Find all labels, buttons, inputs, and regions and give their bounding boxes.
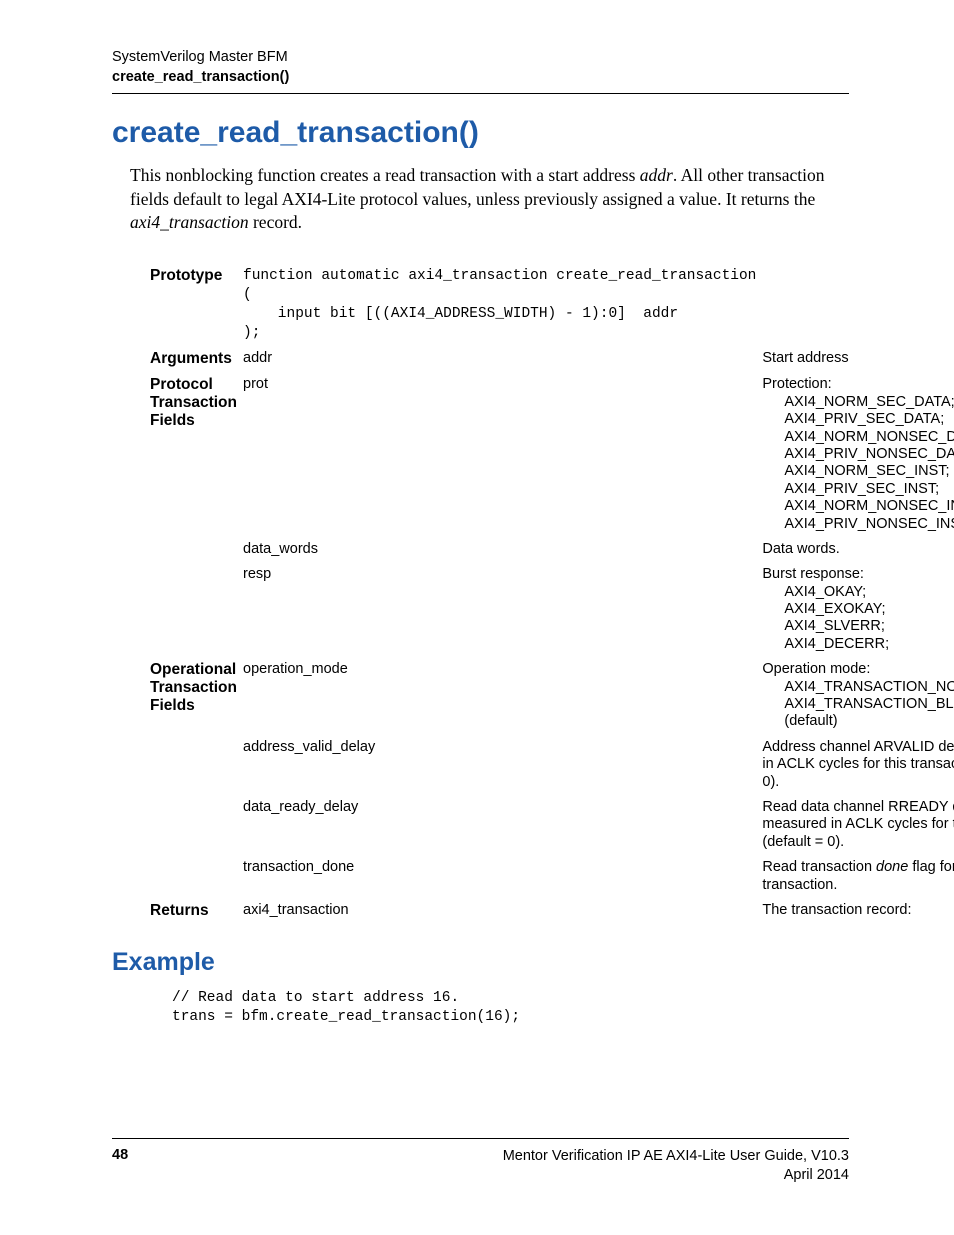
field-desc: Protection: AXI4_NORM_SEC_DATA; (default…: [762, 372, 954, 537]
intro-addr-italic: addr: [640, 165, 673, 185]
arguments-row: Arguments addr Start address: [150, 346, 954, 372]
header-section: SystemVerilog Master BFM: [112, 48, 849, 68]
desc-text: Read transaction: [762, 859, 876, 875]
page-header: SystemVerilog Master BFM create_read_tra…: [112, 48, 849, 87]
desc-value: AXI4_NORM_NONSEC_INST;: [762, 498, 954, 515]
desc-value: AXI4_NORM_SEC_DATA; (default): [762, 394, 954, 411]
footer-title: Mentor Verification IP AE AXI4-Lite User…: [503, 1148, 849, 1164]
operational-row-drd: data_ready_delay Read data channel RREAD…: [150, 795, 954, 855]
field-desc: Read data channel RREADY delay array mea…: [762, 795, 954, 855]
arguments-label: Arguments: [150, 346, 243, 372]
desc-value: AXI4_PRIV_SEC_DATA;: [762, 411, 954, 428]
protocol-row-prot: Protocol Transaction Fields prot Protect…: [150, 372, 954, 537]
intro-paragraph: This nonblocking function creates a read…: [130, 164, 849, 235]
operational-row-om: Operational Transaction Fields operation…: [150, 657, 954, 735]
page-number: 48: [112, 1147, 128, 1185]
return-desc: The transaction record:: [762, 898, 954, 924]
returns-row: Returns axi4_transaction The transaction…: [150, 898, 954, 924]
prototype-code: function automatic axi4_transaction crea…: [243, 267, 756, 342]
protocol-row-dw: data_words Data words.: [150, 537, 954, 562]
desc-title: Operation mode:: [762, 661, 954, 678]
code-line: );: [243, 325, 260, 341]
desc-value: AXI4_EXOKAY;: [762, 601, 954, 618]
desc-value: AXI4_NORM_NONSEC_DATA;: [762, 429, 954, 446]
field-name: data_words: [243, 537, 762, 562]
operational-row-td: transaction_done Read transaction done f…: [150, 855, 954, 898]
page-title: create_read_transaction(): [112, 116, 849, 150]
intro-text: record.: [249, 212, 302, 232]
example-code: // Read data to start address 16. trans …: [172, 989, 849, 1027]
desc-value: AXI4_TRANSACTION_NON_BLOCKING;: [762, 679, 954, 696]
code-line: function automatic axi4_transaction crea…: [243, 268, 756, 284]
operational-row-avd: address_valid_delay Address channel ARVA…: [150, 735, 954, 795]
field-desc: Data words.: [762, 537, 954, 562]
desc-value: AXI4_DECERR;: [762, 636, 954, 653]
return-name: axi4_transaction: [243, 898, 762, 924]
arg-name: addr: [243, 346, 762, 372]
page-footer: 48 Mentor Verification IP AE AXI4-Lite U…: [112, 1138, 849, 1185]
field-name: prot: [243, 372, 762, 537]
header-function: create_read_transaction(): [112, 68, 849, 88]
desc-value: AXI4_SLVERR;: [762, 618, 954, 635]
field-name: address_valid_delay: [243, 735, 762, 795]
intro-record-italic: axi4_transaction: [130, 212, 249, 232]
field-name: data_ready_delay: [243, 795, 762, 855]
desc-value: AXI4_PRIV_NONSEC_DATA;: [762, 446, 954, 463]
footer-right: Mentor Verification IP AE AXI4-Lite User…: [503, 1147, 849, 1185]
field-desc: Operation mode: AXI4_TRANSACTION_NON_BLO…: [762, 657, 954, 735]
desc-title: Burst response:: [762, 566, 954, 583]
footer-date: April 2014: [784, 1167, 849, 1183]
desc-value: AXI4_TRANSACTION_BLOCKING; (default): [762, 696, 954, 731]
code-line: (: [243, 287, 252, 303]
header-rule: [112, 93, 849, 94]
example-heading: Example: [112, 948, 849, 977]
desc-value: AXI4_OKAY;: [762, 584, 954, 601]
prototype-row: Prototype function automatic axi4_transa…: [150, 263, 954, 346]
desc-value: AXI4_NORM_SEC_INST;: [762, 463, 954, 480]
desc-value: AXI4_PRIV_SEC_INST;: [762, 481, 954, 498]
field-desc: Address channel ARVALID delay measured i…: [762, 735, 954, 795]
code-line: input bit [((AXI4_ADDRESS_WIDTH) - 1):0]…: [243, 306, 678, 322]
arg-desc: Start address: [762, 346, 954, 372]
desc-value: AXI4_PRIV_NONSEC_INST;: [762, 516, 954, 533]
intro-text: This nonblocking function creates a read…: [130, 165, 640, 185]
protocol-row-resp: resp Burst response: AXI4_OKAY; AXI4_EXO…: [150, 562, 954, 657]
field-name: resp: [243, 562, 762, 657]
desc-italic: done: [876, 859, 908, 875]
definition-table: Prototype function automatic axi4_transa…: [150, 263, 954, 924]
field-desc: Read transaction done flag for this tran…: [762, 855, 954, 898]
returns-label: Returns: [150, 898, 243, 924]
protocol-label: Protocol Transaction Fields: [150, 372, 243, 537]
field-name: transaction_done: [243, 855, 762, 898]
operational-label: Operational Transaction Fields: [150, 657, 243, 735]
footer-rule: [112, 1138, 849, 1139]
desc-title: Protection:: [762, 376, 954, 393]
field-desc: Burst response: AXI4_OKAY; AXI4_EXOKAY; …: [762, 562, 954, 657]
field-name: operation_mode: [243, 657, 762, 735]
prototype-label: Prototype: [150, 263, 243, 346]
